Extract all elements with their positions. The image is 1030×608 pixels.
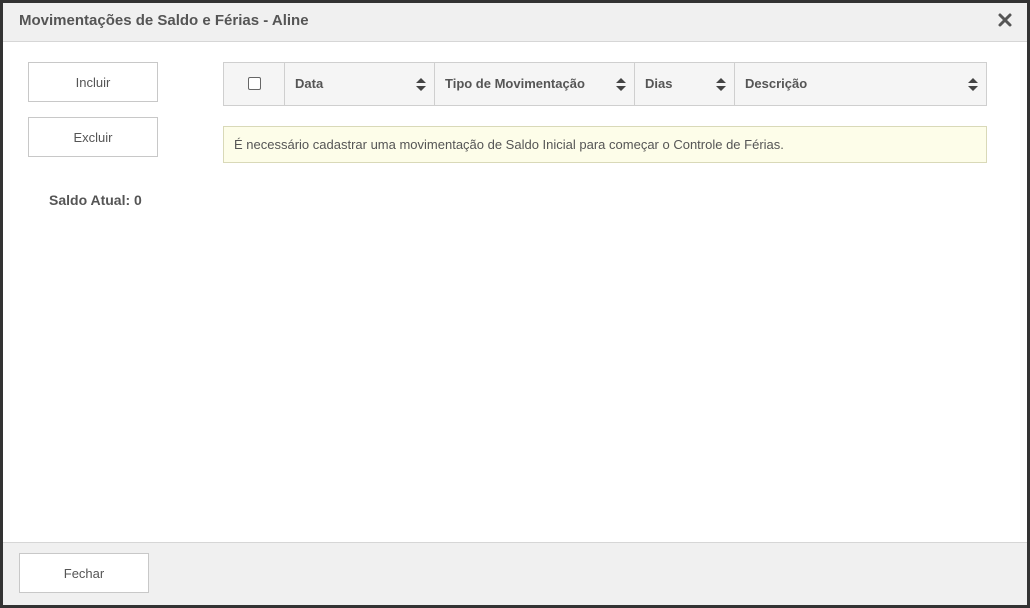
dialog-title: Movimentações de Saldo e Férias - Aline	[19, 12, 309, 29]
dialog-window: Movimentações de Saldo e Férias - Aline …	[0, 0, 1030, 608]
column-header-label: Tipo de Movimentação	[445, 76, 585, 91]
close-icon[interactable]	[995, 9, 1015, 31]
column-header-descricao[interactable]: Descrição	[735, 63, 986, 105]
column-header-label: Descrição	[745, 76, 808, 91]
column-header-dias[interactable]: Dias	[635, 63, 735, 105]
fechar-button[interactable]: Fechar	[19, 553, 149, 593]
sort-icon	[416, 78, 426, 91]
movimentacoes-table-header: Data Tipo de Movimentação Dias Descrição	[223, 62, 987, 106]
dialog-footer: Fechar	[3, 542, 1027, 605]
dialog-titlebar: Movimentações de Saldo e Férias - Aline	[3, 3, 1027, 42]
sort-icon	[968, 78, 978, 91]
column-header-label: Dias	[645, 76, 673, 91]
incluir-button[interactable]: Incluir	[28, 62, 158, 102]
saldo-atual: Saldo Atual: 0	[49, 192, 142, 208]
select-all-cell	[224, 63, 285, 105]
excluir-button[interactable]: Excluir	[28, 117, 158, 157]
select-all-checkbox[interactable]	[248, 77, 261, 90]
column-header-data[interactable]: Data	[285, 63, 435, 105]
column-header-label: Data	[295, 76, 324, 91]
sort-icon	[716, 78, 726, 91]
empty-table-notice: É necessário cadastrar uma movimentação …	[223, 126, 987, 163]
sort-icon	[616, 78, 626, 91]
column-header-tipo[interactable]: Tipo de Movimentação	[435, 63, 635, 105]
